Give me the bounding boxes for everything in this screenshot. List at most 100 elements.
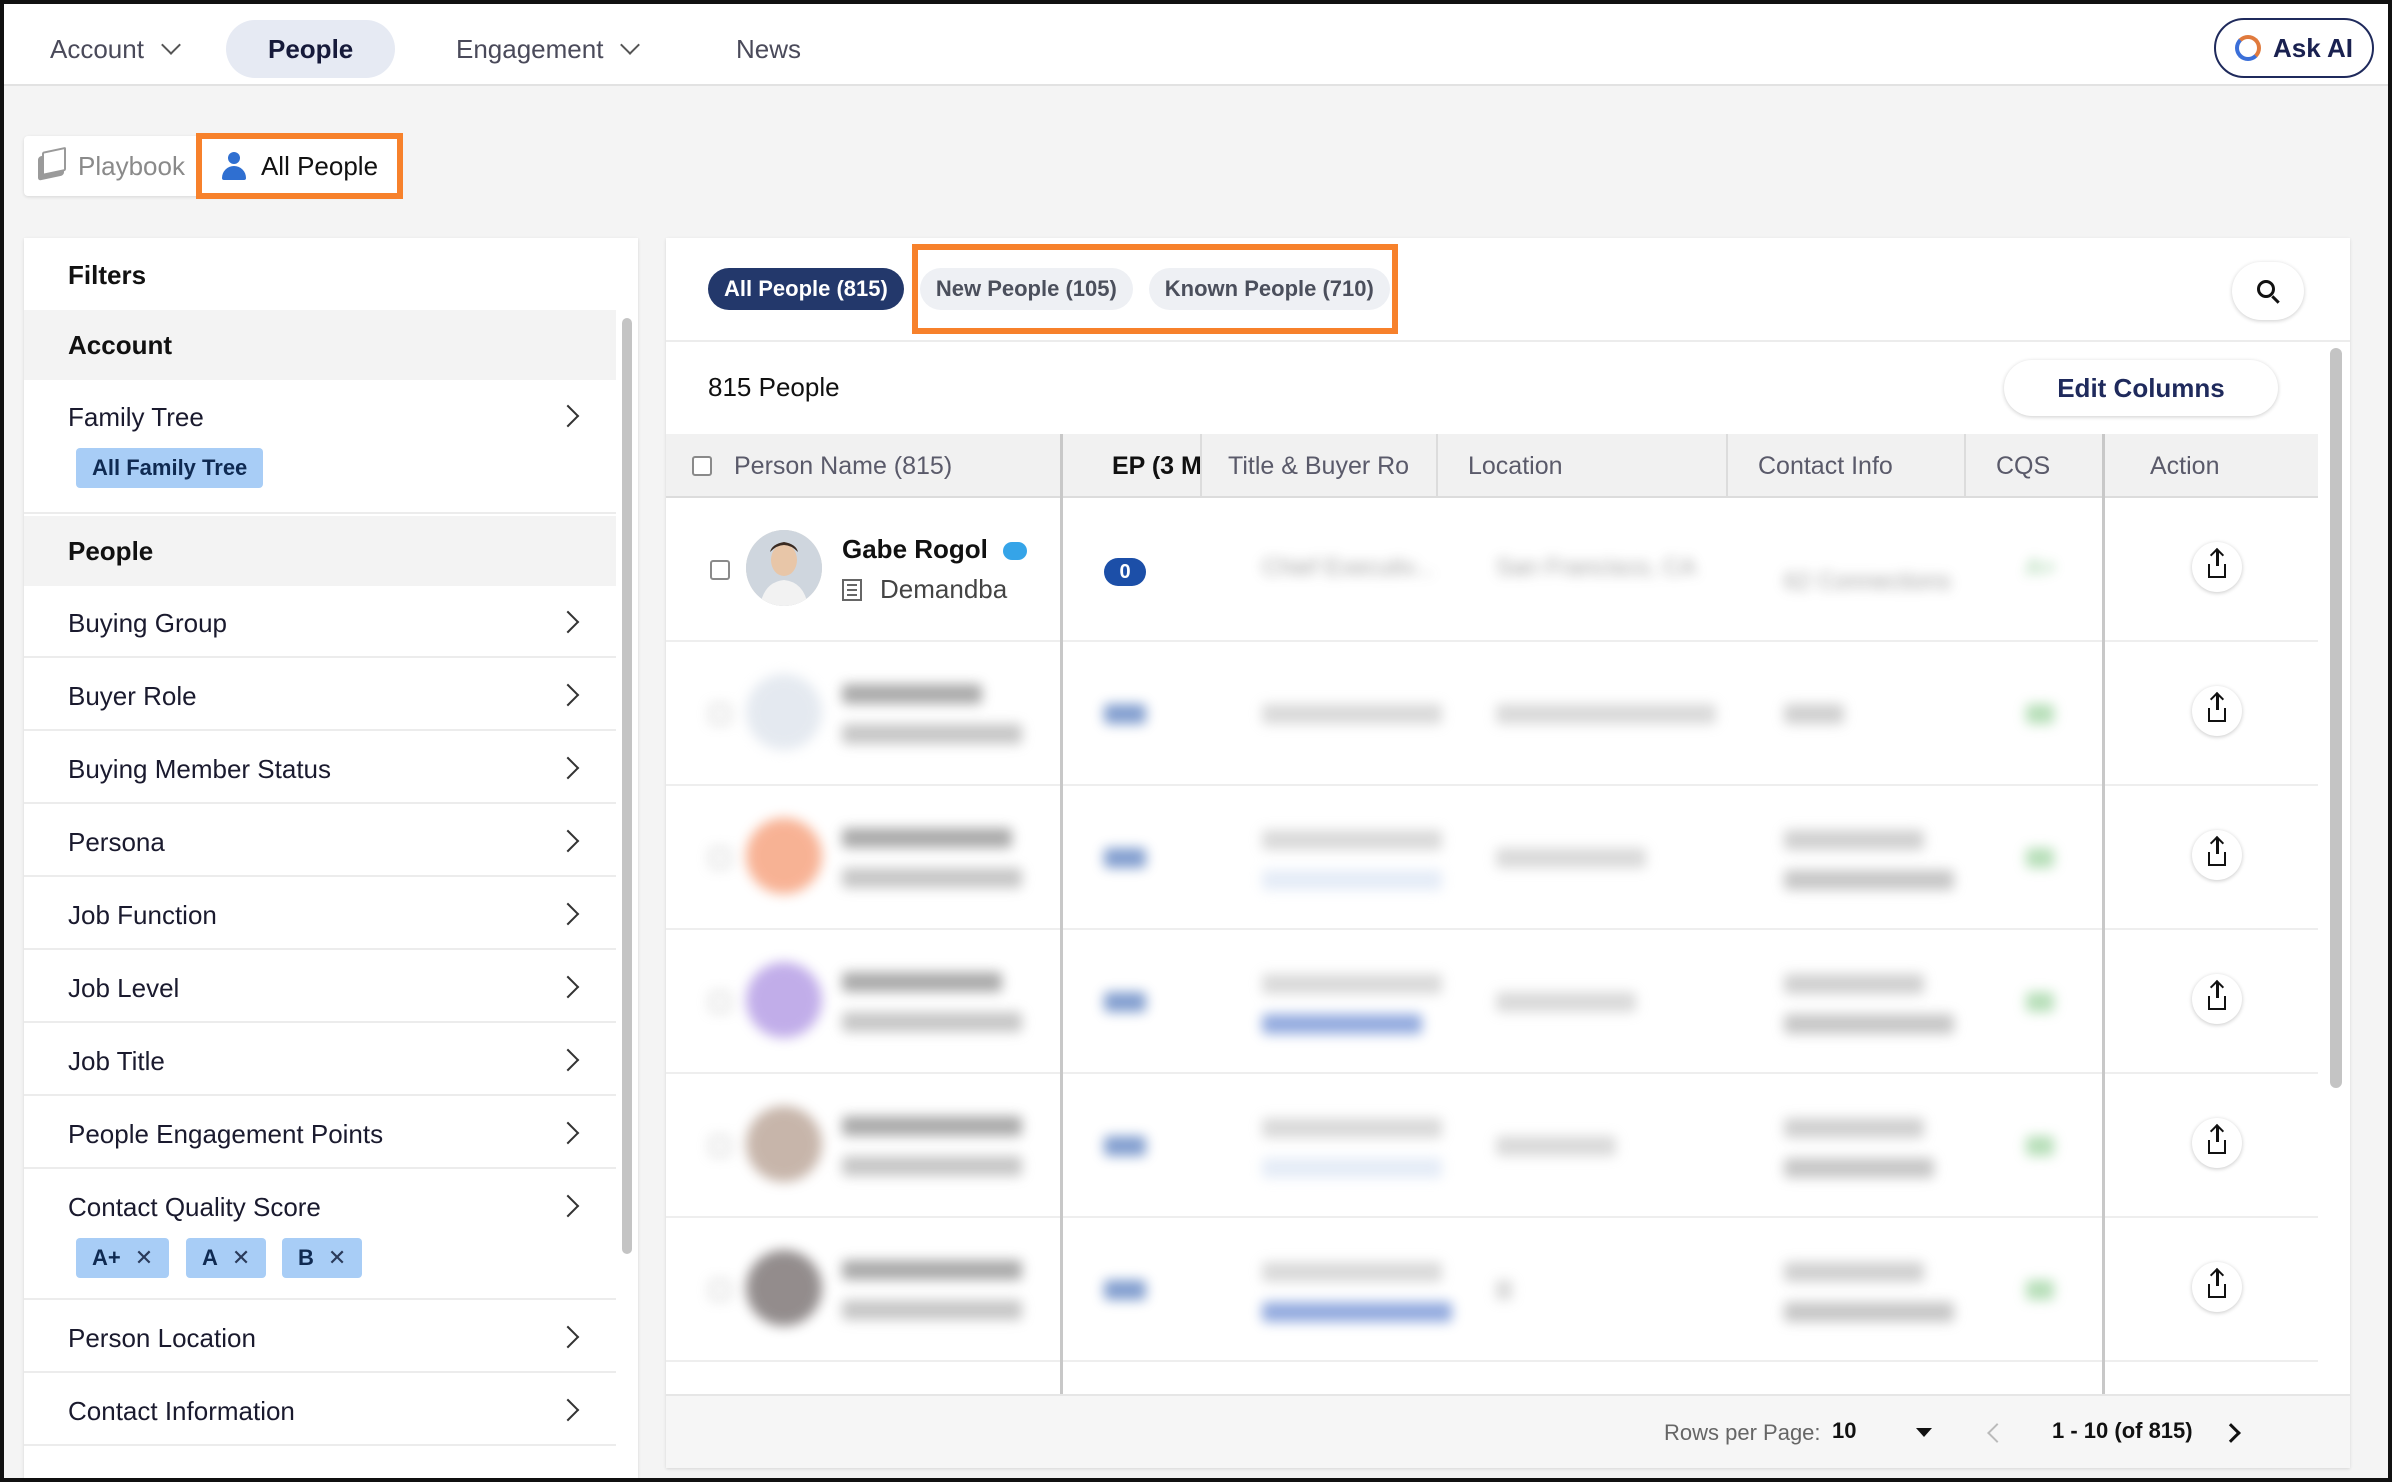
avatar: [746, 530, 822, 606]
nav-account[interactable]: Account: [8, 20, 220, 78]
filter-contact-quality-score[interactable]: Contact Quality Score A+ ✕ A ✕ B ✕: [24, 1170, 616, 1300]
top-nav: Account People Engagement News Ask AI: [4, 4, 2388, 86]
buyer-role-chip: [1262, 1158, 1442, 1178]
filter-label: People Engagement Points: [68, 1119, 384, 1149]
table-row[interactable]: Gabe Rogol Demandba 0 Chief Executiv... …: [666, 498, 2318, 642]
chevron-right-icon: [556, 404, 580, 428]
avatar: [746, 674, 822, 750]
action-column-divider: [2102, 434, 2105, 1394]
export-button[interactable]: [2192, 1262, 2242, 1312]
person-name[interactable]: Gabe Rogol: [842, 534, 1028, 565]
close-icon[interactable]: ✕: [328, 1245, 346, 1271]
filter-buying-member-status[interactable]: Buying Member Status: [24, 732, 616, 804]
filter-family-tree[interactable]: Family Tree All Family Tree: [24, 380, 616, 514]
table-scrollbar[interactable]: [2330, 348, 2342, 1088]
contact-cell: [1784, 830, 1924, 850]
filter-buyer-role[interactable]: Buyer Role: [24, 659, 616, 731]
filter-label: Person Location: [68, 1323, 256, 1353]
row-checkbox[interactable]: [710, 1136, 730, 1156]
close-icon[interactable]: ✕: [135, 1245, 153, 1271]
col-location[interactable]: Location: [1438, 434, 1728, 498]
col-contact-info[interactable]: Contact Info: [1728, 434, 1966, 498]
person-company[interactable]: Demandba: [842, 574, 1007, 605]
chip-label: A: [202, 1245, 218, 1270]
ep-badge: [1104, 704, 1146, 724]
title-cell: [1262, 974, 1442, 994]
cqs-chip-a-plus[interactable]: A+ ✕: [76, 1238, 170, 1278]
row-checkbox[interactable]: [710, 848, 730, 868]
company-name: Demandba: [880, 574, 1008, 604]
close-icon[interactable]: ✕: [232, 1245, 250, 1271]
connections-cell: [1784, 1302, 1954, 1322]
filter-job-title[interactable]: Job Title: [24, 1024, 616, 1096]
export-button[interactable]: [2192, 542, 2242, 592]
contact-cell: 62 Connections: [1784, 568, 1951, 595]
nav-people[interactable]: People: [226, 20, 396, 78]
table-row[interactable]: [666, 642, 2318, 786]
location-cell: [1496, 1280, 1512, 1300]
table-row[interactable]: [666, 786, 2318, 930]
person-company: [842, 724, 1022, 744]
export-button[interactable]: [2192, 1118, 2242, 1168]
search-button[interactable]: [2232, 262, 2304, 320]
location-cell: [1496, 848, 1646, 868]
edit-columns-button[interactable]: Edit Columns: [2004, 360, 2278, 416]
col-cqs[interactable]: CQS: [1966, 434, 2104, 498]
filter-persona[interactable]: Persona: [24, 805, 616, 877]
cqs-cell: [2026, 848, 2054, 868]
filters-title: Filters: [68, 260, 147, 290]
chevron-right-icon: [556, 1048, 580, 1072]
export-button[interactable]: [2192, 686, 2242, 736]
cqs-chip-b[interactable]: B ✕: [282, 1238, 363, 1278]
col-title[interactable]: Title & Buyer Ro: [1202, 434, 1438, 498]
filter-job-level[interactable]: Job Level: [24, 951, 616, 1023]
location-cell: [1496, 704, 1716, 724]
next-page-icon[interactable]: [2221, 1423, 2241, 1443]
row-checkbox[interactable]: [710, 992, 730, 1012]
filter-job-function[interactable]: Job Function: [24, 878, 616, 950]
export-button[interactable]: [2192, 974, 2242, 1024]
title-cell: [1262, 1262, 1442, 1282]
cqs-cell: [2026, 992, 2054, 1012]
row-checkbox[interactable]: [710, 1280, 730, 1300]
person-name: [842, 1116, 1022, 1136]
chevron-right-icon: [556, 1121, 580, 1145]
ask-ai-button[interactable]: Ask AI: [2214, 18, 2374, 78]
filter-label: Family Tree: [68, 402, 204, 432]
tab-playbook-label: Playbook: [78, 150, 185, 181]
col-person-name[interactable]: Person Name (815): [666, 434, 1062, 498]
nav-news[interactable]: News: [694, 20, 843, 78]
avatar: [746, 1106, 822, 1182]
filter-people-engagement-points[interactable]: People Engagement Points: [24, 1097, 616, 1169]
nav-engagement[interactable]: Engagement: [414, 20, 679, 78]
chevron-right-icon: [556, 610, 580, 634]
rows-per-page-select[interactable]: 10: [1832, 1418, 1856, 1444]
tab-all-people[interactable]: All People: [195, 133, 404, 199]
select-all-checkbox[interactable]: [692, 456, 712, 476]
pill-all-people[interactable]: All People (815): [708, 268, 904, 310]
filter-contact-information[interactable]: Contact Information: [24, 1374, 616, 1446]
location-cell: [1496, 1136, 1616, 1156]
family-tree-chip[interactable]: All Family Tree: [76, 448, 264, 488]
filter-person-location[interactable]: Person Location: [24, 1301, 616, 1373]
book-stack-icon: [38, 151, 64, 181]
page-range: 1 - 10 (of 815): [2052, 1418, 2193, 1443]
cqs-chip-a[interactable]: A ✕: [186, 1238, 267, 1278]
prev-page-icon[interactable]: [1987, 1423, 2007, 1443]
table-row[interactable]: [666, 1218, 2318, 1362]
filter-buying-group[interactable]: Buying Group: [24, 586, 616, 658]
export-button[interactable]: [2192, 830, 2242, 880]
caret-down-icon[interactable]: [1916, 1428, 1932, 1437]
table-row[interactable]: [666, 1074, 2318, 1218]
chevron-right-icon: [556, 1398, 580, 1422]
row-checkbox[interactable]: [710, 704, 730, 724]
row-checkbox[interactable]: [710, 560, 730, 580]
person-company: [842, 1300, 1022, 1320]
ask-ai-label: Ask AI: [2273, 32, 2353, 63]
tab-playbook[interactable]: Playbook: [24, 136, 199, 196]
buyer-role-chip: [1262, 870, 1442, 890]
filters-scrollbar[interactable]: [622, 318, 632, 1254]
person-name: [842, 1260, 1022, 1280]
col-ep[interactable]: EP (3 Mo: [1062, 434, 1202, 498]
table-row[interactable]: [666, 930, 2318, 1074]
